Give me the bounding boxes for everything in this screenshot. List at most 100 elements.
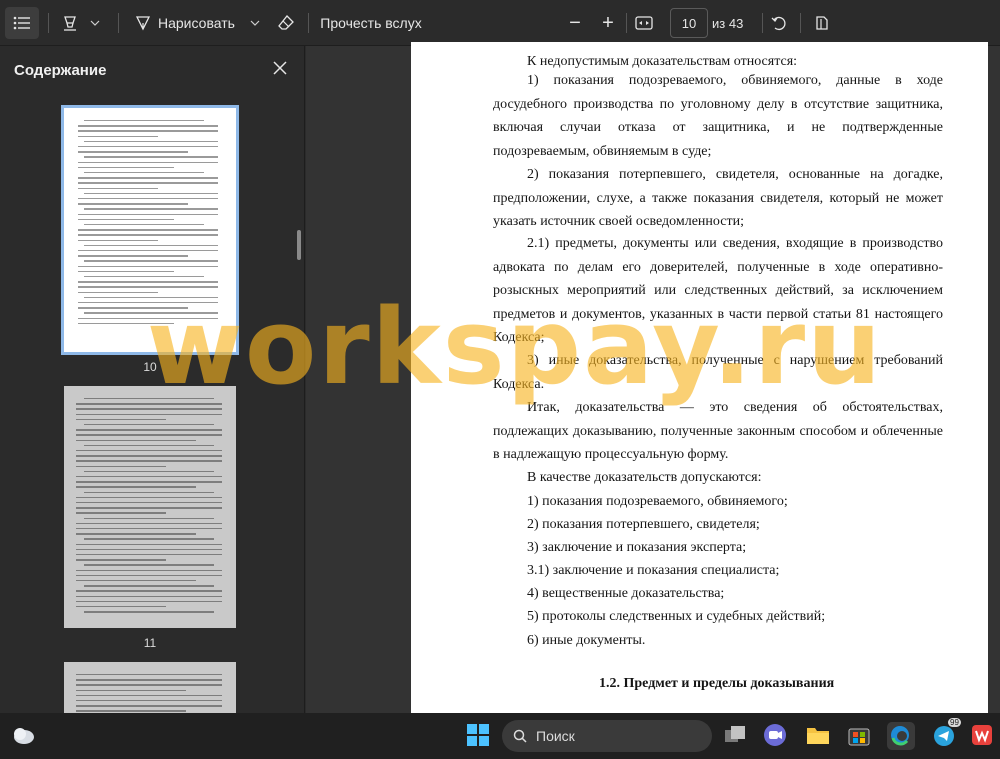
weather-widget[interactable] — [10, 722, 38, 750]
windows-icon — [467, 724, 489, 746]
thumbnail-text-line — [76, 413, 222, 415]
thumbnail-text-line — [78, 229, 218, 231]
contents-panel: Содержание 10 11 — [0, 46, 305, 713]
chat-app-button[interactable] — [762, 722, 790, 750]
thumbnail-text-line — [84, 156, 218, 158]
folder-icon — [807, 728, 829, 744]
thumbnail-text-line — [84, 398, 214, 400]
toolbar-separator — [800, 13, 801, 33]
paragraph: 5) протоколы следственных и судебных дей… — [527, 609, 826, 624]
thumbnail-text-line — [84, 260, 218, 262]
notification-badge: 99 — [948, 718, 961, 727]
paragraph: Итак, доказательства — это сведения об о… — [493, 400, 943, 462]
toolbar-separator — [118, 13, 119, 33]
rotate-button[interactable] — [766, 7, 792, 39]
thumbnail-text-line — [78, 317, 218, 319]
paragraph: 6) иные документы. — [527, 633, 646, 648]
store-button[interactable] — [846, 722, 874, 750]
thumbnail-text-line — [76, 502, 222, 504]
paragraph: 2) показания потерпевшего, свидетеля, ос… — [493, 167, 943, 229]
thumbnail-text-line — [84, 208, 218, 210]
thumbnail-text-line — [76, 554, 222, 556]
page-view-button[interactable] — [810, 7, 836, 39]
page-number-input[interactable]: 10 — [670, 8, 708, 38]
fit-width-button[interactable] — [630, 7, 658, 39]
page-thumbnail[interactable] — [61, 105, 239, 355]
thumbnail-text-line — [78, 161, 218, 163]
thumbnail-text-line — [76, 429, 222, 431]
highlight-button[interactable] — [57, 7, 83, 39]
thumbnail-text-line — [84, 491, 214, 493]
thumbnail-text-line — [76, 569, 222, 571]
paragraph: 4) вещественные доказательства; — [527, 586, 725, 601]
telegram-button[interactable]: 99 — [932, 718, 961, 750]
thumbnail-text-line — [84, 424, 214, 426]
list-icon — [13, 16, 30, 30]
thumbnail-text-line — [78, 146, 218, 148]
thumbnail-text-line — [76, 507, 222, 509]
thumbnail-text-line — [76, 590, 222, 592]
thumbnail-text-line — [78, 270, 174, 273]
thumbnail-text-line — [84, 470, 214, 473]
page-thumbnail[interactable] — [64, 662, 236, 713]
draw-pen-button[interactable] — [130, 7, 156, 39]
start-button[interactable] — [465, 722, 493, 750]
thumbnail-text-line — [76, 403, 222, 405]
thumbnail-text-line — [84, 611, 214, 613]
thumbnail-text-line — [84, 444, 214, 447]
thumbnail-text-line — [76, 476, 222, 478]
contents-button[interactable] — [5, 7, 39, 39]
toolbar-separator — [762, 13, 763, 33]
thumbnail-text-line — [76, 559, 166, 561]
thumbnail-text-line — [84, 172, 204, 174]
toolbar-separator — [626, 13, 627, 33]
page-thumbnail[interactable] — [64, 386, 236, 628]
thumbnail-text-line — [78, 177, 218, 179]
thumbnail-text-line — [84, 538, 214, 540]
thumbnail-text-line — [76, 548, 222, 551]
thumbnail-text-line — [78, 322, 174, 325]
thumbnail-text-line — [76, 418, 166, 421]
read-aloud-button[interactable]: Прочесть вслух — [318, 7, 424, 39]
paragraph: 1) показания подозреваемого, обвиняемого… — [493, 73, 943, 159]
zoom-out-button[interactable]: − — [562, 7, 588, 39]
paragraph: 3) иные доказательства, полученные с нар… — [493, 353, 943, 392]
thumbnail-text-line — [76, 434, 222, 436]
cloud-icon — [14, 728, 34, 744]
zoom-in-button[interactable]: + — [595, 7, 621, 39]
thumbnail-text-line — [84, 276, 204, 278]
thumbnail-text-line — [76, 595, 222, 597]
thumbnail-text-line — [78, 203, 188, 205]
scrollbar-thumb[interactable] — [297, 230, 301, 260]
thumbnail-text-line — [78, 187, 158, 189]
draw-button[interactable]: Нарисовать — [158, 7, 240, 39]
thumbnail-text-line — [78, 125, 218, 127]
page-total-label: из 43 — [712, 15, 744, 31]
file-explorer-button[interactable] — [805, 722, 833, 750]
document-page: К недопустимым доказательствам относятся… — [411, 42, 988, 722]
wps-icon — [972, 725, 992, 745]
search-icon — [513, 729, 527, 743]
eraser-button[interactable] — [272, 7, 300, 39]
edge-browser-button[interactable] — [887, 722, 915, 750]
paragraph: 3) заключение и показания эксперта; — [527, 540, 747, 555]
paragraph: В качестве доказательств допускаются: — [527, 470, 762, 485]
thumbnail-text-line — [76, 455, 222, 457]
thumbnail-text-line — [84, 244, 218, 247]
thumbnail-text-line — [78, 286, 218, 288]
thumbnail-text-line — [84, 564, 214, 566]
task-view-button[interactable] — [722, 722, 750, 750]
draw-dropdown[interactable] — [246, 7, 264, 39]
toolbar-separator — [48, 13, 49, 33]
taskbar-search[interactable]: Поиск — [502, 720, 712, 752]
highlight-dropdown[interactable] — [86, 7, 104, 39]
highlighter-icon — [64, 16, 76, 31]
thumbnail-page-number: 10 — [143, 360, 157, 374]
two-page-icon — [816, 16, 828, 30]
thumbnail-text-line — [78, 281, 218, 283]
close-panel-button[interactable] — [270, 58, 290, 78]
wps-office-button[interactable] — [970, 722, 998, 750]
toolbar-separator — [308, 13, 309, 33]
thumbnail-text-line — [76, 705, 222, 707]
edge-icon — [891, 726, 909, 746]
